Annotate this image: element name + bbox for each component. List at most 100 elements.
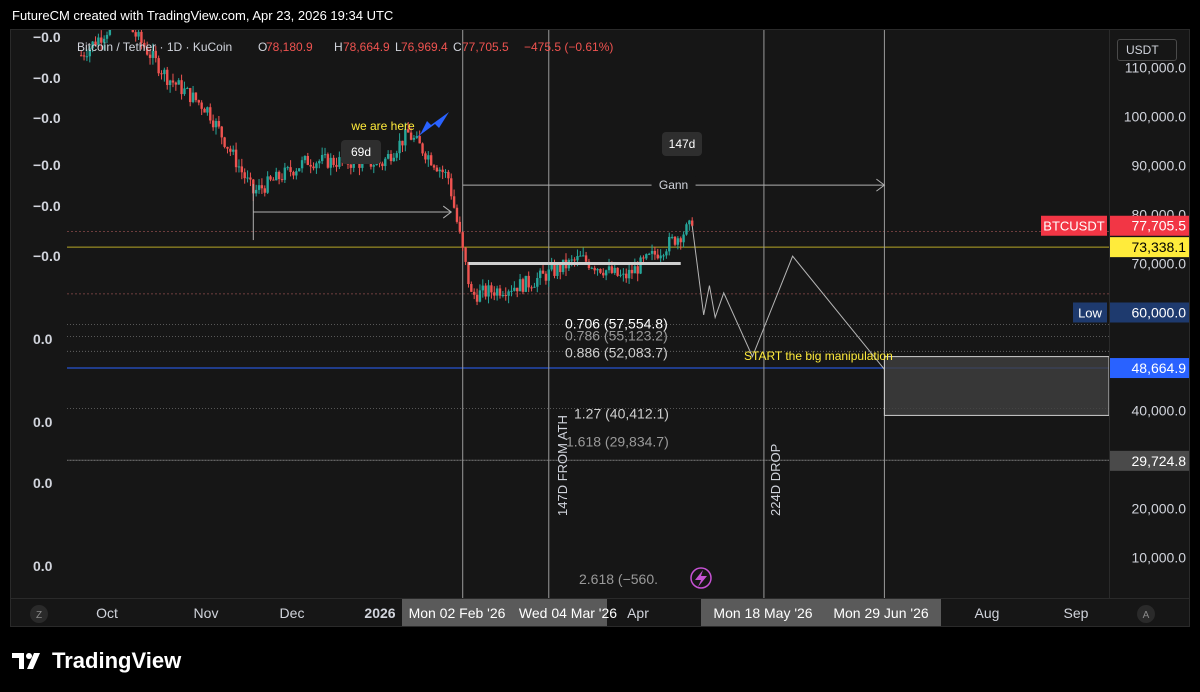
candle-body	[160, 73, 163, 75]
we-are-here-label: we are here	[350, 119, 415, 133]
candle-body	[613, 267, 616, 273]
tradingview-logo[interactable]: TradingView	[12, 646, 181, 676]
candle-body	[550, 264, 553, 270]
candle-body	[386, 153, 390, 159]
candle-body	[79, 55, 83, 57]
time-label: Dec	[280, 605, 305, 621]
candle-body	[166, 69, 169, 86]
price-scale[interactable]: 110,000.0 100,000.0 90,000.0 80,000.0 70,000…	[1109, 30, 1189, 598]
price-tick: 10,000.0	[1132, 550, 1187, 566]
left-indicator-value: −0.0	[33, 30, 61, 45]
candle-body	[421, 143, 424, 154]
left-indicator-value: 0.0	[33, 331, 53, 347]
candle-body	[249, 177, 252, 180]
candle-body	[186, 88, 189, 90]
candle-body	[452, 196, 456, 208]
time-label: Oct	[96, 605, 118, 621]
symbol-legend[interactable]: Bitcoin / Tether · 1D · KuCoin O78,180.9 H…	[77, 40, 613, 54]
candle-body	[450, 178, 453, 197]
candle-body	[435, 167, 439, 172]
candle-body	[303, 156, 307, 161]
candle-body	[312, 166, 315, 169]
candle-body	[223, 137, 226, 147]
candle-body	[518, 279, 522, 292]
candle-body	[472, 291, 476, 295]
candle-body	[237, 166, 241, 168]
candle-body	[530, 287, 533, 289]
time-label: Nov	[194, 605, 219, 621]
candle-body	[209, 107, 212, 121]
time-axis[interactable]: Oct Nov Dec 2026 Apr Aug Sep Mon 02 Feb '26 Wed …	[11, 598, 1189, 626]
auto-label: A	[1143, 610, 1150, 621]
candle-body	[685, 224, 688, 235]
left-indicator-value: −0.0	[33, 110, 61, 126]
candle-body	[332, 157, 335, 165]
fib-label: 2.618 (−560.	[579, 571, 658, 587]
candle-body	[444, 171, 447, 173]
candle-body	[616, 267, 619, 276]
price-badge-value-blue-level: 48,664.9	[1132, 360, 1187, 376]
candle-body	[157, 58, 160, 74]
currency-button[interactable]: USDT	[1117, 39, 1177, 61]
candle-body	[163, 69, 166, 75]
left-indicator-value: 0.0	[33, 558, 53, 574]
candle-body	[656, 254, 659, 259]
candle-body	[625, 273, 628, 279]
candle-body	[398, 140, 401, 154]
candle-body	[593, 267, 596, 271]
left-indicator-value: 0.0	[33, 475, 53, 491]
zoom-button[interactable]: Z	[30, 605, 48, 623]
candle-body	[645, 254, 648, 259]
candle-body	[318, 161, 321, 164]
candle-body	[197, 100, 200, 103]
candle-body	[487, 285, 490, 297]
candle-body	[504, 295, 507, 297]
auto-scale-button[interactable]: A	[1137, 605, 1155, 623]
blue-arrow-shape	[416, 112, 449, 138]
candle-body	[478, 290, 482, 302]
candle-body	[467, 261, 470, 285]
candle-body	[401, 140, 404, 146]
candle-body	[263, 188, 266, 193]
candle-body	[309, 164, 312, 167]
price-badge-value-bottom-level: 29,724.8	[1132, 453, 1187, 469]
candle-body	[650, 250, 654, 254]
time-highlight-label: Mon 18 May '26	[713, 605, 812, 621]
price-chart[interactable]: Gann 69d 147d we are here START the big mani…	[11, 30, 1109, 598]
brand-name: TradingView	[52, 648, 182, 673]
candle-body	[584, 255, 588, 262]
price-tag-label-btcusdt: BTCUSDT	[1043, 219, 1104, 234]
price-tag-label-low: Low	[1078, 306, 1102, 321]
candle-body	[389, 153, 393, 162]
candle-body	[108, 30, 112, 35]
left-indicator-value: −0.0	[33, 70, 61, 86]
attribution-header: FutureCM created with TradingView.com, A…	[12, 8, 394, 23]
candle-body	[455, 207, 459, 222]
candle-body	[384, 158, 387, 167]
candle-body	[538, 270, 542, 279]
tradingview-logo-icon	[12, 653, 40, 669]
candle-body	[570, 259, 573, 261]
candle-body	[544, 273, 548, 281]
candle-body	[510, 290, 513, 292]
candle-body	[326, 154, 330, 168]
lightning-icon[interactable]	[690, 567, 712, 589]
candle-body	[246, 177, 249, 179]
candle-body	[424, 153, 427, 160]
fib-label: 0.886 (52,083.7)	[565, 344, 668, 360]
time-label: Apr	[627, 605, 649, 621]
left-indicator-value: −0.0	[33, 198, 61, 214]
candle-body	[670, 236, 674, 238]
candle-body	[668, 236, 671, 252]
lightning-bolt	[695, 570, 707, 587]
candle-body	[292, 171, 295, 176]
candle-body	[240, 166, 244, 173]
candle-body	[627, 269, 631, 279]
candle-body	[85, 56, 89, 58]
candle-body	[200, 102, 203, 109]
candle-body	[323, 154, 327, 156]
candle-body	[211, 120, 215, 128]
candle-body	[576, 256, 579, 261]
candle-body	[438, 169, 441, 172]
candle-body	[320, 155, 324, 162]
